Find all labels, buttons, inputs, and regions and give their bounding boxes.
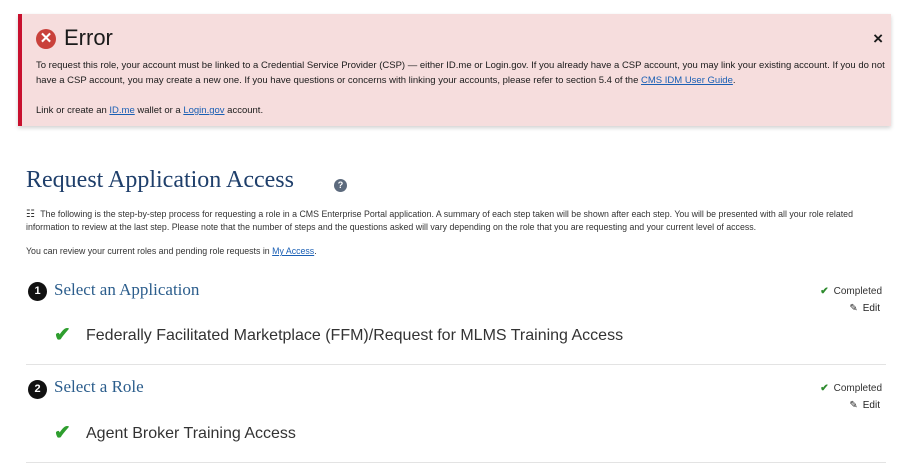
access-prefix: You can review your current roles and pe…	[26, 246, 273, 256]
step-1-title: Select an Application	[54, 280, 200, 299]
check-icon: ✔	[54, 422, 71, 444]
pencil-icon: ✎	[849, 400, 858, 411]
step-1-number: 1	[28, 282, 47, 301]
step-2-status-label: Completed	[833, 383, 882, 394]
list-icon: ☷	[26, 209, 35, 220]
alert-message-text: To request this role, your account must …	[36, 60, 885, 86]
my-access-line: You can review your current roles and pe…	[26, 246, 317, 256]
error-circle-icon: ✕	[36, 29, 56, 49]
alert-message-suffix: .	[732, 75, 736, 86]
step-1-edit-label: Edit	[862, 303, 880, 314]
close-icon[interactable]: ×	[873, 30, 883, 47]
logingov-link[interactable]: Login.gov	[183, 105, 224, 116]
link-line-suffix: account.	[224, 105, 264, 116]
error-alert: ✕ Error × To request this role, your acc…	[18, 14, 891, 126]
link-line-middle: wallet or a	[134, 105, 184, 116]
step-2-status: ✔ Completed	[820, 383, 882, 394]
step-divider	[26, 462, 886, 463]
pencil-icon: ✎	[849, 303, 858, 314]
cms-idm-user-guide-link[interactable]: CMS IDM User Guide	[641, 75, 733, 86]
step-2-selection: Agent Broker Training Access	[86, 425, 296, 442]
intro-paragraph: The following is the step-by-step proces…	[26, 209, 853, 232]
step-1-selection: Federally Facilitated Marketplace (FFM)/…	[86, 327, 624, 344]
alert-title: Error	[64, 25, 113, 50]
idme-link[interactable]: ID.me	[109, 105, 134, 116]
check-icon: ✔	[54, 324, 71, 346]
help-icon[interactable]: ?	[334, 179, 347, 192]
check-icon: ✔	[820, 286, 829, 297]
access-suffix: .	[314, 246, 317, 256]
step-2-edit-label: Edit	[862, 400, 880, 411]
step-2-title: Select a Role	[54, 377, 144, 396]
step-2-edit-button[interactable]: ✎ Edit	[849, 400, 880, 411]
step-divider	[26, 364, 886, 365]
link-line-prefix: Link or create an	[36, 105, 110, 116]
intro-text: ☷ The following is the step-by-step proc…	[26, 208, 886, 234]
step-1-edit-button[interactable]: ✎ Edit	[849, 303, 880, 314]
check-icon: ✔	[820, 383, 829, 394]
step-1-status-label: Completed	[833, 286, 882, 297]
my-access-link[interactable]: My Access	[272, 246, 314, 256]
alert-link-line: Link or create an ID.me wallet or a Logi…	[36, 105, 263, 116]
step-1-status: ✔ Completed	[820, 286, 882, 297]
page-title: Request Application Access	[26, 167, 294, 193]
alert-message: To request this role, your account must …	[36, 58, 886, 88]
step-2-number: 2	[28, 380, 47, 399]
